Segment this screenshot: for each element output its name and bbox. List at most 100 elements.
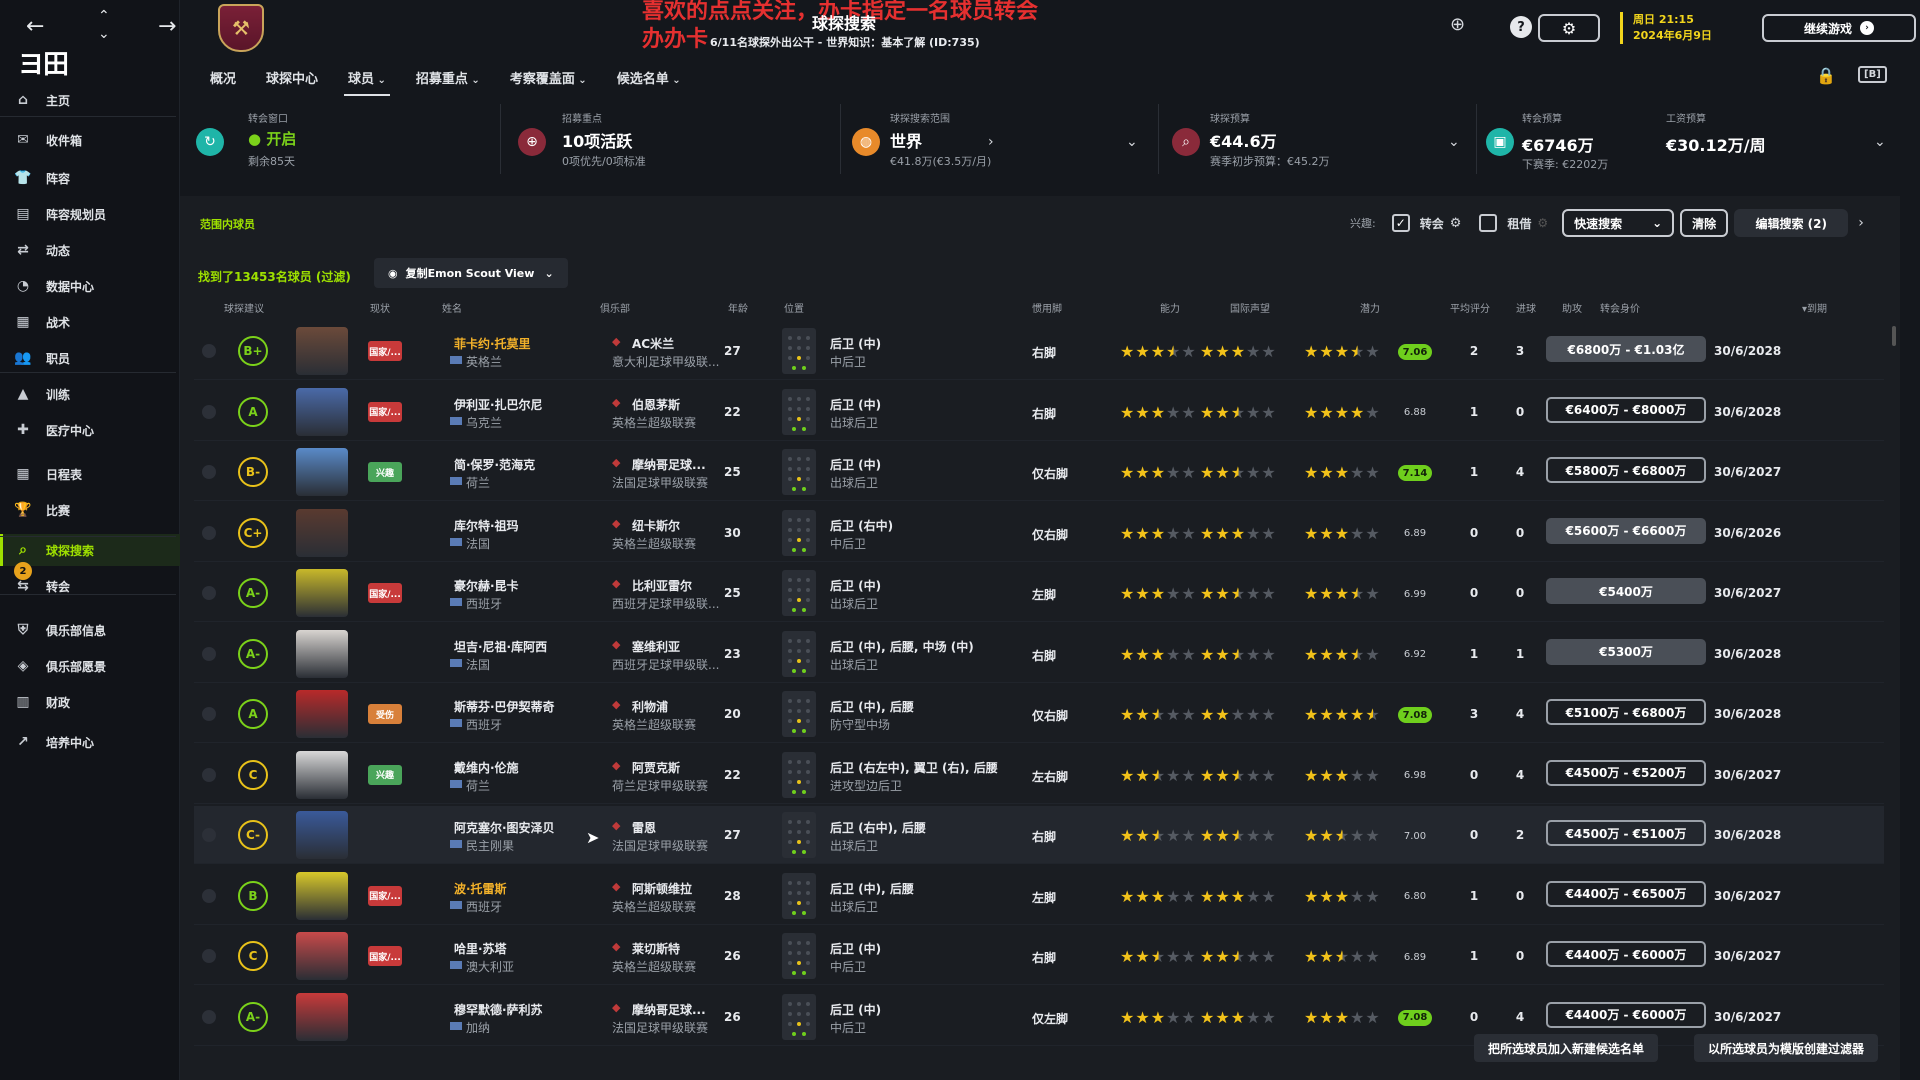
player-name[interactable]: 穆罕默德·萨利苏: [454, 1001, 543, 1018]
chevron-up-icon[interactable]: ⌃: [98, 8, 110, 24]
table-row[interactable]: B- 兴趣 简·保罗·范海克荷兰 摩纳哥足球... 法国足球甲级联赛 25 后卫 (中) 出球…: [194, 443, 1884, 501]
sidebar-item[interactable]: ⛨ 俱乐部信息: [0, 614, 180, 646]
budget-card[interactable]: ▣ 转会预算 €6746万 下赛季: €2202万 工资预算 €30.12万/周…: [1486, 104, 1886, 180]
add-to-shortlist-button[interactable]: 把所选球员加入新建候选名单: [1474, 1034, 1659, 1062]
player-photo[interactable]: [296, 629, 348, 678]
table-row[interactable]: B+ 国家/... 菲卡约·托莫里英格兰 AC米兰意大利足球甲级联... 27 后卫 (中…: [194, 322, 1884, 380]
player-photo[interactable]: [296, 992, 348, 1041]
player-name[interactable]: 阿克塞尔·图安泽贝: [454, 819, 555, 836]
player-club[interactable]: 阿贾克斯: [612, 759, 680, 776]
tab[interactable]: 球探中心: [252, 64, 332, 92]
sidebar-item[interactable]: ◈ 俱乐部愿景: [0, 650, 180, 682]
row-select-checkbox[interactable]: [202, 707, 216, 721]
table-row[interactable]: C+ 库尔特·祖玛法国 纽卡斯尔英格兰超级联赛 30 后卫 (右中) 中后卫 仅右脚 ★★★★…: [194, 504, 1884, 562]
sidebar-item[interactable]: ◔ 数据中心: [0, 270, 180, 302]
sidebar-item[interactable]: ✉ 收件箱: [0, 124, 180, 156]
help-icon[interactable]: ?: [1510, 16, 1532, 38]
tab[interactable]: 球员 ⌄: [334, 64, 400, 96]
quick-search-button[interactable]: 快速搜索 ⌄: [1562, 209, 1675, 237]
table-row[interactable]: A- 坦吉·尼祖·库阿西法国 塞维利亚西班牙足球甲级联... 23 后卫 (中), 后腰…: [194, 625, 1884, 683]
player-club[interactable]: 利物浦: [612, 698, 668, 715]
player-photo[interactable]: [296, 750, 348, 799]
sidebar-item[interactable]: ⇄ 动态: [0, 234, 180, 266]
player-name[interactable]: 哈里·苏塔: [454, 940, 507, 957]
chevron-down-icon[interactable]: ⌄: [1126, 134, 1138, 150]
player-club[interactable]: 莱切斯特: [612, 940, 680, 957]
sidebar-item[interactable]: ▲ 训练: [0, 378, 180, 410]
sidebar-item[interactable]: 🏆 比赛: [0, 494, 180, 526]
row-select-checkbox[interactable]: [202, 344, 216, 358]
player-name[interactable]: 豪尔赫·昆卡: [454, 577, 519, 594]
player-club[interactable]: 雷恩: [612, 819, 656, 836]
row-select-checkbox[interactable]: [202, 465, 216, 479]
transfer-checkbox[interactable]: ✓: [1391, 214, 1410, 232]
lock-icon[interactable]: 🔒: [1816, 66, 1836, 85]
create-filter-button[interactable]: 以所选球员为模版创建过滤器: [1694, 1034, 1879, 1062]
club-crest-icon[interactable]: ⚒: [218, 4, 264, 52]
player-name[interactable]: 戴维内·伦施: [454, 759, 519, 776]
screenshot-icon[interactable]: [B]: [1858, 66, 1887, 83]
player-club[interactable]: 摩纳哥足球...: [612, 1001, 706, 1018]
player-club[interactable]: 比利亚雷尔: [612, 577, 692, 594]
column-header[interactable]: 能力: [1160, 300, 1180, 315]
player-club[interactable]: 塞维利亚: [612, 638, 680, 655]
view-selector[interactable]: ◉ 复制Emon Scout View ⌄: [374, 258, 568, 288]
player-club[interactable]: 纽卡斯尔: [612, 517, 680, 534]
column-header[interactable]: 位置: [784, 300, 804, 315]
scrollbar[interactable]: [1892, 326, 1896, 346]
tab[interactable]: 招募重点 ⌄: [402, 64, 494, 92]
transfer-window-card[interactable]: ↻ 转会窗口 ● 开启 剩余85天: [196, 104, 476, 180]
column-header[interactable]: 俱乐部: [600, 300, 630, 315]
player-name[interactable]: 菲卡约·托莫里: [454, 335, 531, 352]
row-select-checkbox[interactable]: [202, 586, 216, 600]
continue-button[interactable]: 继续游戏 ›: [1762, 14, 1916, 42]
column-header[interactable]: 潜力: [1360, 300, 1380, 315]
sidebar-item[interactable]: ✚ 医疗中心: [0, 414, 180, 446]
sidebar-item[interactable]: ⌂ 主页: [0, 84, 180, 116]
sidebar-item[interactable]: ↗ 培养中心: [0, 726, 180, 758]
table-row[interactable]: A- 国家/... 豪尔赫·昆卡西班牙 比利亚雷尔西班牙足球甲级联... 25 后卫 (中…: [194, 564, 1884, 622]
player-name[interactable]: 波·托雷斯: [454, 880, 507, 897]
column-header[interactable]: ▾到期: [1802, 300, 1827, 315]
chevron-down-icon[interactable]: ⌄: [1874, 134, 1886, 150]
row-select-checkbox[interactable]: [202, 404, 216, 419]
row-select-checkbox[interactable]: [202, 888, 216, 903]
column-header[interactable]: 转会身价: [1600, 300, 1640, 315]
player-photo[interactable]: [296, 871, 348, 920]
row-select-checkbox[interactable]: [202, 646, 216, 661]
player-club[interactable]: 伯恩茅斯: [612, 396, 680, 413]
player-photo[interactable]: [296, 932, 348, 980]
sidebar-item[interactable]: ▦ 战术: [0, 306, 180, 338]
forward-arrow-icon[interactable]: →: [158, 14, 176, 39]
player-photo[interactable]: [296, 569, 348, 617]
column-header[interactable]: 球探建议: [224, 300, 264, 315]
player-photo[interactable]: [296, 387, 348, 436]
player-name[interactable]: 斯蒂芬·巴伊契蒂奇: [454, 698, 555, 715]
sidebar-item[interactable]: ▦ 日程表: [0, 458, 180, 490]
chevron-down-icon[interactable]: ⌄: [1448, 134, 1460, 150]
column-header[interactable]: 现状: [370, 300, 390, 315]
table-row[interactable]: B 国家/... 波·托雷斯西班牙 阿斯顿维拉英格兰超级联赛 28 后卫 (中), 后腰出…: [194, 867, 1884, 925]
sidebar-item[interactable]: ⌕ 球探搜索: [0, 534, 180, 566]
scout-range-card[interactable]: ◍ 球探搜索范围 世界 €41.8万(€3.5万/月) ⌄: [852, 104, 1142, 180]
row-select-checkbox[interactable]: [202, 1009, 216, 1024]
table-row[interactable]: C 兴趣 戴维内·伦施荷兰 阿贾克斯荷兰足球甲级联赛 22 后卫 (右左中), 翼卫 (右…: [194, 746, 1884, 804]
column-header[interactable]: 惯用脚: [1032, 300, 1062, 315]
column-header[interactable]: 进球: [1516, 300, 1536, 315]
chevron-right-icon[interactable]: ›: [1858, 215, 1864, 231]
column-header[interactable]: 助攻: [1562, 300, 1582, 315]
tab[interactable]: 考察覆盖面 ⌄: [496, 64, 601, 92]
row-select-checkbox[interactable]: [202, 525, 216, 540]
player-name[interactable]: 库尔特·祖玛: [454, 517, 519, 534]
player-club[interactable]: 摩纳哥足球...: [612, 456, 706, 473]
column-header[interactable]: 国际声望: [1230, 300, 1270, 315]
edit-search-button[interactable]: 编辑搜索 (2): [1734, 209, 1849, 237]
column-header[interactable]: 平均评分: [1450, 300, 1490, 315]
player-name[interactable]: 伊利亚·扎巴尔尼: [454, 396, 543, 413]
tab[interactable]: 候选名单 ⌄: [603, 64, 695, 92]
player-photo[interactable]: [296, 690, 348, 738]
player-photo[interactable]: [296, 327, 348, 375]
settings-button[interactable]: ⚙: [1538, 14, 1600, 42]
player-name[interactable]: 坦吉·尼祖·库阿西: [454, 638, 547, 655]
sidebar-item[interactable]: ▥ 财政: [0, 686, 180, 718]
